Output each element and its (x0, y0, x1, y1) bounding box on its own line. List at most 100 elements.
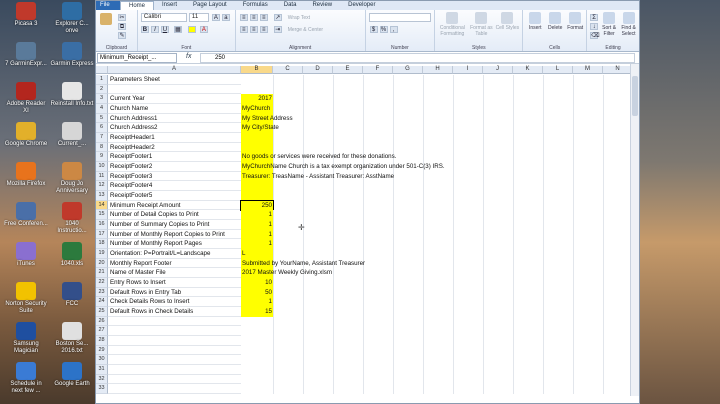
column-header[interactable]: I (453, 66, 483, 74)
desktop-icon[interactable]: Google Chrome (4, 122, 48, 148)
copy-icon[interactable]: ⧉ (118, 23, 126, 30)
cell-value[interactable] (241, 133, 273, 143)
desktop-icon[interactable]: Google Earth (50, 362, 94, 388)
cell-label[interactable]: ReceiptFooter1 (108, 152, 241, 163)
cell-label[interactable]: Monthly Report Footer (108, 259, 241, 269)
paste-button[interactable] (99, 13, 113, 26)
cell-label[interactable]: Church Name (108, 104, 241, 114)
row-header[interactable]: 25 (96, 307, 108, 317)
cut-icon[interactable]: ✂ (118, 14, 126, 21)
cell-label[interactable]: ReceiptFooter5 (108, 191, 241, 201)
tab-home[interactable]: Home (120, 1, 155, 10)
format-painter-icon[interactable]: ✎ (118, 32, 126, 39)
row-header[interactable]: 23 (96, 287, 108, 298)
borders-icon[interactable]: ▦ (173, 26, 182, 33)
cell-label[interactable]: Entry Rows to Insert (108, 278, 241, 288)
cell-value[interactable]: 1 (241, 210, 273, 221)
cell-label[interactable]: Default Rows in Entry Tab (108, 288, 241, 298)
cell-value[interactable] (241, 384, 243, 394)
cell-label[interactable] (108, 375, 241, 385)
row-header[interactable]: 11 (96, 171, 108, 182)
cell-label[interactable]: Church Address1 (108, 114, 241, 124)
cell-value[interactable] (241, 336, 243, 346)
row-header[interactable]: 15 (96, 210, 108, 221)
cell-label[interactable]: Number of Monthly Report Pages (108, 239, 241, 250)
row-header[interactable]: 24 (96, 297, 108, 308)
fx-icon[interactable]: fx (186, 53, 191, 60)
column-header[interactable]: G (393, 66, 423, 74)
fill-color-icon[interactable] (187, 26, 196, 33)
cell-value[interactable]: No goods or services were received for t… (241, 152, 396, 163)
row-header[interactable]: 13 (96, 191, 108, 201)
wrap-text-button[interactable]: Wrap Text (288, 14, 338, 22)
cell-value[interactable]: 15 (241, 307, 273, 317)
align-top-icon[interactable]: ≡ (239, 14, 248, 21)
desktop-icon[interactable]: Mozilla Firefox (4, 162, 48, 188)
indent-icon[interactable]: ⇥ (273, 26, 282, 33)
desktop-icon[interactable]: 7 GarminExpr... (4, 42, 48, 68)
tab-review[interactable]: Review (304, 1, 340, 10)
desktop-icon[interactable]: FCC (50, 282, 94, 308)
cell-value[interactable] (241, 355, 243, 365)
row-header[interactable]: 10 (96, 162, 108, 172)
cell-label[interactable]: Number of Detail Copies to Print (108, 210, 241, 221)
desktop-icon[interactable]: Samsung Magician (4, 322, 48, 355)
cell-value[interactable]: 1 (241, 220, 273, 230)
row-header[interactable]: 17 (96, 229, 108, 240)
desktop-icon[interactable]: Doug Jo Anniversary (50, 162, 94, 195)
number-format-select[interactable] (368, 13, 431, 22)
row-header[interactable]: 8 (96, 142, 108, 153)
column-header[interactable]: B (241, 66, 273, 74)
cell-label[interactable] (108, 336, 241, 346)
row-header[interactable]: 21 (96, 268, 108, 279)
cell-label[interactable]: Name of Master File (108, 268, 241, 279)
cell-value[interactable]: 1 (241, 239, 273, 250)
cell-label[interactable]: Orientation: P=Portrait/L=Landscape (108, 249, 241, 259)
cell-value[interactable]: 1 (241, 229, 273, 240)
row-header[interactable]: 6 (96, 123, 108, 133)
cell-label[interactable] (108, 317, 241, 327)
cell-value[interactable]: 50 (241, 287, 273, 298)
cell-label[interactable]: Current Year (108, 94, 241, 104)
cell-value[interactable] (241, 346, 243, 356)
row-header[interactable]: 9 (96, 152, 108, 163)
font-size-select[interactable]: 11 (188, 13, 209, 22)
bold-icon[interactable]: B (140, 26, 149, 33)
desktop-icon[interactable]: Schedule in next few ... (4, 362, 48, 395)
cell-label[interactable]: Number of Monthly Report Copies to Print (108, 230, 241, 240)
cell-value[interactable]: MyChurchName Church is a tax exempt orga… (241, 162, 445, 172)
cell-label[interactable]: Number of Summary Copies to Print (108, 220, 241, 230)
desktop-icon[interactable]: iTunes (4, 242, 48, 268)
row-header[interactable]: 26 (96, 316, 108, 327)
cell-value[interactable]: 1 (241, 297, 273, 308)
cell-label[interactable] (108, 365, 241, 375)
fill-icon[interactable]: ↓ (590, 23, 599, 30)
cell-value[interactable] (241, 191, 273, 201)
font-color-icon[interactable]: A (199, 26, 208, 33)
column-header[interactable]: F (363, 66, 393, 74)
cell-label[interactable]: ReceiptFooter4 (108, 181, 241, 192)
cell-label[interactable] (108, 346, 241, 356)
cell-value[interactable]: My Street Address (241, 113, 293, 124)
row-header[interactable]: 28 (96, 336, 108, 346)
cell-value[interactable] (241, 75, 243, 85)
comma-icon[interactable]: , (389, 26, 398, 33)
cell-label[interactable]: Church Address2 (108, 123, 241, 133)
orientation-icon[interactable]: ↗ (273, 14, 282, 21)
cell-label[interactable]: Minimum Receipt Amount (108, 201, 241, 211)
align-left-icon[interactable]: ≡ (239, 26, 248, 33)
row-header[interactable]: 5 (96, 113, 108, 124)
row-header[interactable]: 31 (96, 365, 108, 375)
tab-formulas[interactable]: Formulas (235, 1, 276, 10)
row-header[interactable]: 32 (96, 374, 108, 385)
column-header[interactable]: H (423, 66, 453, 74)
cell-label[interactable]: Check Details Rows to Insert (108, 297, 241, 308)
row-header[interactable]: 27 (96, 326, 108, 337)
formula-input[interactable]: 250 (200, 53, 635, 63)
cell-label[interactable]: ReceiptHeader1 (108, 133, 241, 143)
desktop-icon[interactable]: Current_... (50, 122, 94, 148)
cell-value[interactable]: L (241, 249, 273, 259)
desktop-icon[interactable]: Adobe Reader XI (4, 82, 48, 115)
cell-label[interactable] (108, 355, 241, 366)
row-header[interactable]: 7 (96, 133, 108, 143)
